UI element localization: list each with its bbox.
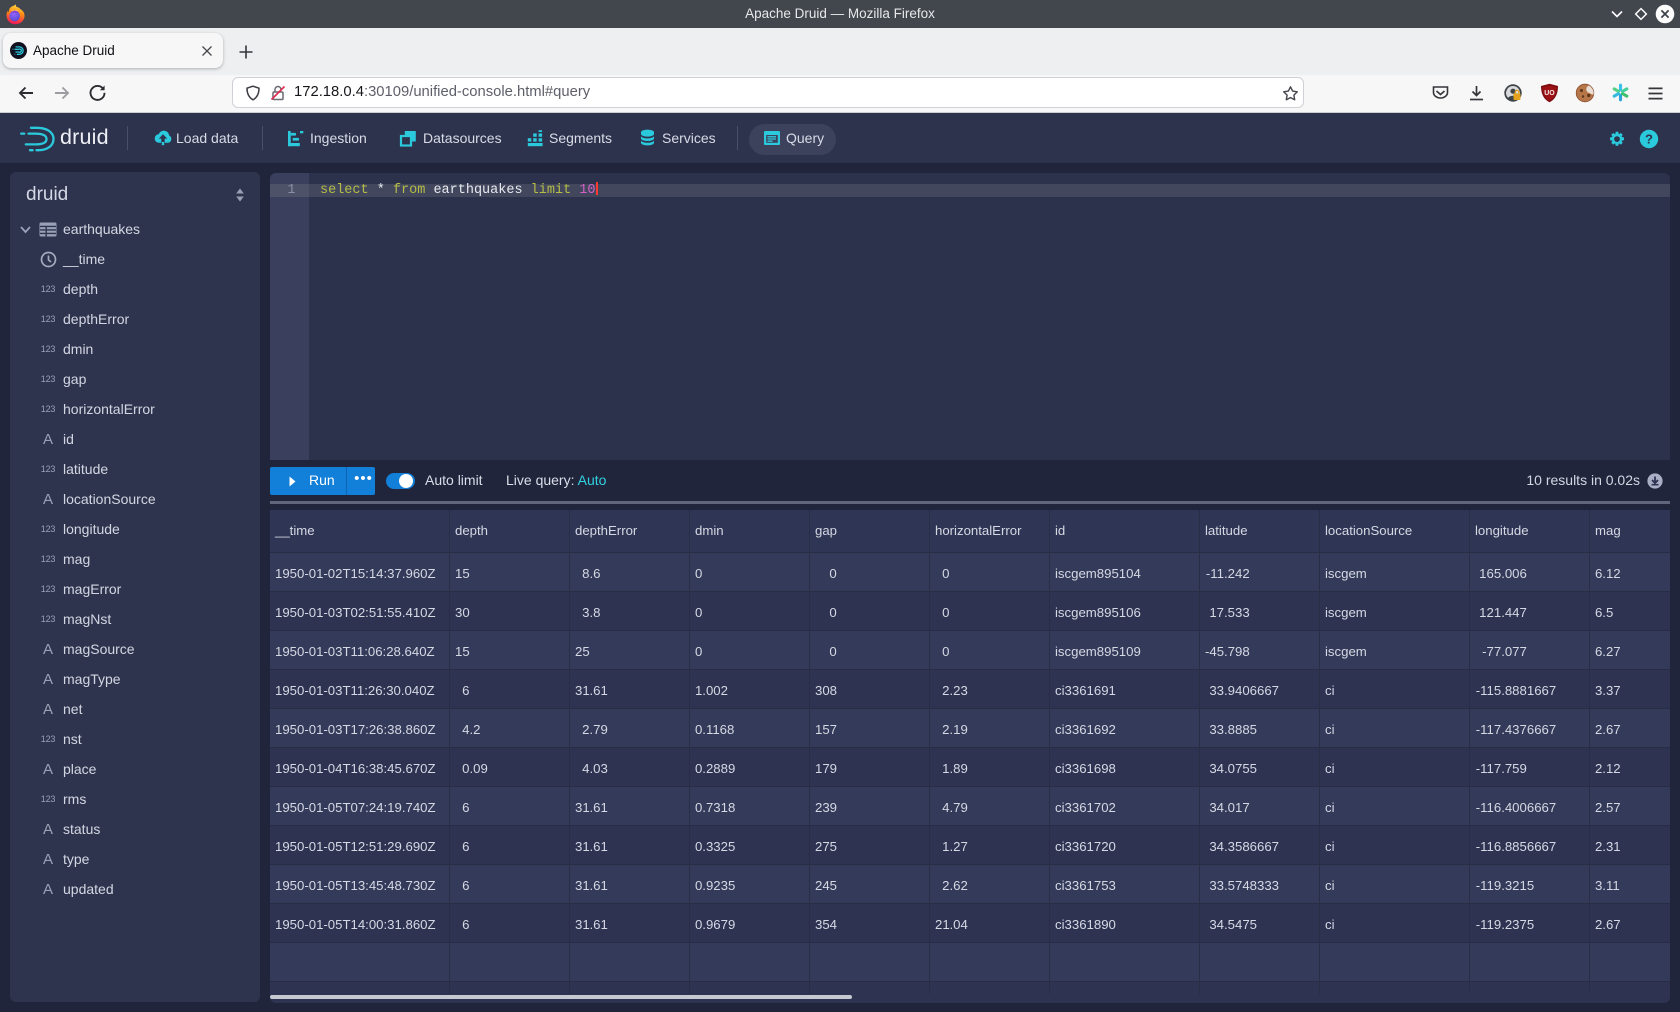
svg-text:UO: UO <box>1544 90 1555 97</box>
svg-text:?: ? <box>1645 132 1653 147</box>
